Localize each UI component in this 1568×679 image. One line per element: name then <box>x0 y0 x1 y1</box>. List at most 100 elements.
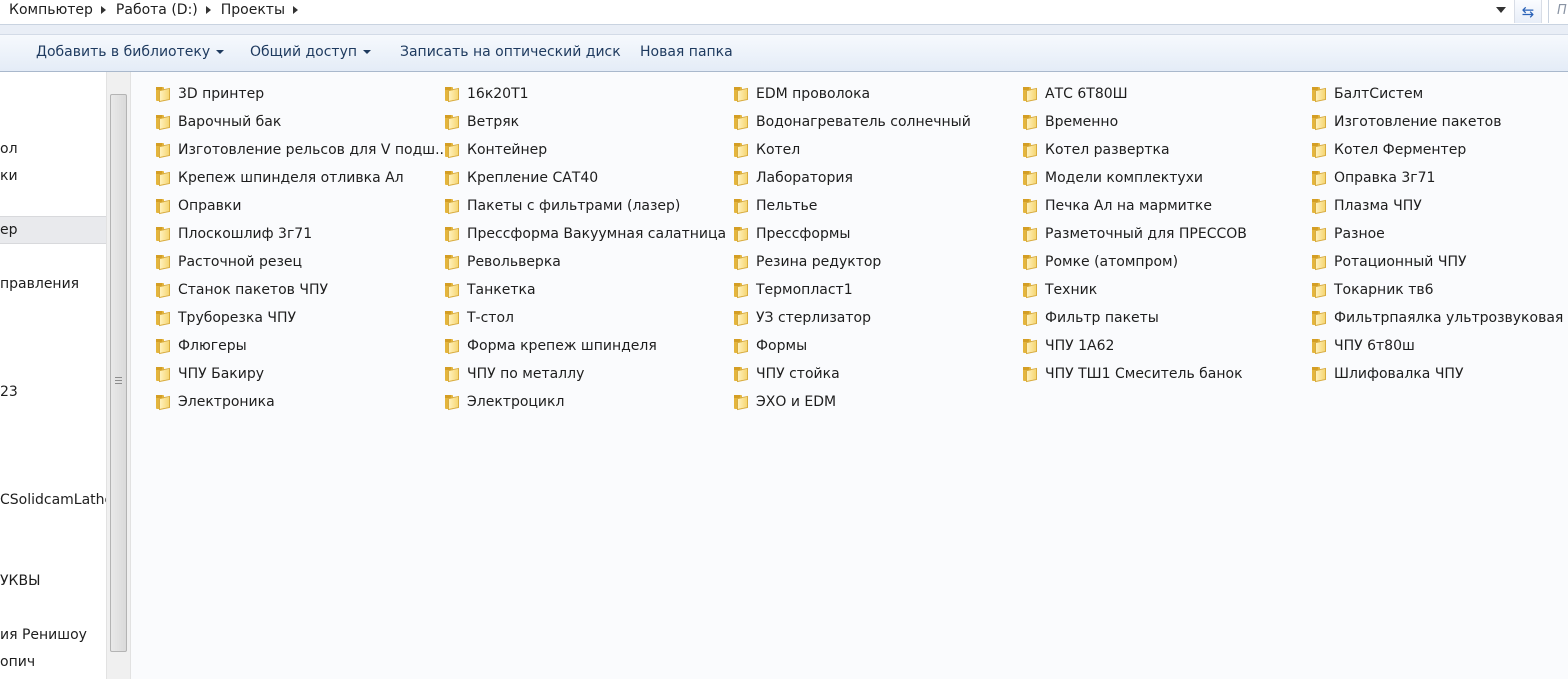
folder-item[interactable]: БалтСистем <box>1312 82 1423 106</box>
folder-icon <box>445 171 461 187</box>
folder-item[interactable]: Разметочный для ПРЕССОВ <box>1023 222 1247 246</box>
nav-scrollbar[interactable] <box>106 72 131 679</box>
folder-item[interactable]: Электроцикл <box>445 390 564 414</box>
nav-item[interactable]: УКВЫ <box>0 568 106 594</box>
folder-item[interactable]: Котел <box>734 138 800 162</box>
chevron-down-icon <box>363 50 372 54</box>
folder-item[interactable]: АТС 6Т80Ш <box>1023 82 1128 106</box>
breadcrumb-arrow-icon[interactable] <box>293 6 299 14</box>
folder-item[interactable]: ЧПУ по металлу <box>445 362 584 386</box>
folder-name: Револьверка <box>467 254 561 270</box>
folder-item[interactable]: Электроника <box>156 390 275 414</box>
folder-item[interactable]: Фильтр пакеты <box>1023 306 1159 330</box>
folder-item[interactable]: ЧПУ ТШ1 Смеситель банок <box>1023 362 1243 386</box>
address-dropdown-icon[interactable] <box>1496 7 1506 13</box>
folder-item[interactable]: Модели комплектухи <box>1023 166 1203 190</box>
file-list[interactable]: 3D принтер Варочный бак Изготовление рел… <box>131 72 1568 679</box>
nav-item[interactable]: 23 <box>0 379 106 405</box>
nav-item[interactable]: правления <box>0 271 106 297</box>
folder-item[interactable]: Прессформа Вакуумная салатница <box>445 222 726 246</box>
folder-name: Электроцикл <box>467 394 565 410</box>
folder-item[interactable]: Контейнер <box>445 138 547 162</box>
folder-item[interactable]: Т-стол <box>445 306 514 330</box>
folder-name: Пельтье <box>756 198 818 214</box>
burn-button[interactable]: Записать на оптический диск <box>400 44 621 60</box>
nav-item-selected[interactable]: ер <box>0 216 106 244</box>
navigation-pane[interactable]: ол ки ер правления 23 CSolidcamLathe УКВ… <box>0 72 106 679</box>
folder-item[interactable]: Шлифовалка ЧПУ <box>1312 362 1463 386</box>
folder-item[interactable]: Лаборатория <box>734 166 853 190</box>
folder-item[interactable]: Ротационный ЧПУ <box>1312 250 1467 274</box>
folder-item[interactable]: ЭХО и EDM <box>734 390 836 414</box>
nav-item[interactable]: ки <box>0 163 106 189</box>
folder-item[interactable]: ЧПУ Бакиру <box>156 362 264 386</box>
folder-item[interactable]: Формы <box>734 334 807 358</box>
folder-item[interactable]: Разное <box>1312 222 1385 246</box>
search-input[interactable]: П <box>1548 0 1568 23</box>
share-button[interactable]: Общий доступ <box>250 44 372 60</box>
nav-item[interactable]: ия Ренишоу <box>0 622 106 648</box>
folder-item[interactable]: Изготовление пакетов <box>1312 110 1501 134</box>
folder-item[interactable]: Расточной резец <box>156 250 302 274</box>
folder-icon <box>734 283 750 299</box>
folder-item[interactable]: Оправки <box>156 194 241 218</box>
folder-item[interactable]: 16к20Т1 <box>445 82 529 106</box>
folder-item[interactable]: 3D принтер <box>156 82 264 106</box>
folder-item[interactable]: Водонагреватель солнечный <box>734 110 971 134</box>
breadcrumb-arrow-icon[interactable] <box>205 6 211 14</box>
nav-item[interactable]: ол <box>0 136 106 162</box>
nav-item[interactable]: CSolidcamLathe <box>0 487 106 513</box>
folder-item[interactable]: Печка Ал на мармитке <box>1023 194 1212 218</box>
folder-item[interactable]: Станок пакетов ЧПУ <box>156 278 328 302</box>
folder-item[interactable]: УЗ стерлизатор <box>734 306 871 330</box>
folder-item[interactable]: Пельтье <box>734 194 817 218</box>
refresh-button[interactable]: ⇆ <box>1514 0 1542 23</box>
folder-item[interactable]: ЧПУ 6т80ш <box>1312 334 1415 358</box>
breadcrumb-drive[interactable]: Работа (D:) <box>116 2 198 18</box>
folder-item[interactable]: Котел Ферментер <box>1312 138 1466 162</box>
folder-item[interactable]: Фильтрпаялка ультрозвуковая <box>1312 306 1563 330</box>
breadcrumb-projects[interactable]: Проекты <box>221 2 285 18</box>
folder-item[interactable]: EDM проволока <box>734 82 870 106</box>
folder-item[interactable]: ЧПУ стойка <box>734 362 840 386</box>
folder-icon <box>156 283 172 299</box>
folder-item[interactable]: Пакеты с фильтрами (лазер) <box>445 194 680 218</box>
breadcrumb-arrow-icon[interactable] <box>100 6 106 14</box>
folder-item[interactable]: Ромке (атомпром) <box>1023 250 1178 274</box>
folder-item[interactable]: Флюгеры <box>156 334 247 358</box>
folder-item[interactable]: ЧПУ 1А62 <box>1023 334 1114 358</box>
folder-item[interactable]: Крепление САТ40 <box>445 166 598 190</box>
folder-name: Печка Ал на мармитке <box>1045 198 1212 214</box>
folder-item[interactable]: Крепеж шпинделя отливка Ал <box>156 166 404 190</box>
folder-icon <box>1312 283 1328 299</box>
scroll-grip-icon <box>115 377 122 386</box>
folder-item[interactable]: Котел развертка <box>1023 138 1170 162</box>
folder-item[interactable]: Варочный бак <box>156 110 281 134</box>
breadcrumb-computer[interactable]: Компьютер <box>9 2 93 18</box>
folder-item[interactable]: Плазма ЧПУ <box>1312 194 1422 218</box>
new-folder-button[interactable]: Новая папка <box>640 44 733 60</box>
folder-icon <box>1023 87 1039 103</box>
folder-item[interactable]: Термопласт1 <box>734 278 853 302</box>
folder-item[interactable]: Танкетка <box>445 278 536 302</box>
folder-item[interactable]: Временно <box>1023 110 1118 134</box>
address-bar[interactable]: Компьютер Работа (D:) Проекты ⇆ П <box>0 0 1568 25</box>
folder-item[interactable]: Резина редуктор <box>734 250 881 274</box>
nav-scrollbar-thumb[interactable] <box>110 94 127 652</box>
folder-item[interactable]: Плоскошлиф 3г71 <box>156 222 312 246</box>
folder-item[interactable]: Оправка 3г71 <box>1312 166 1435 190</box>
folder-item[interactable]: Форма крепеж шпинделя <box>445 334 657 358</box>
folder-item[interactable]: Токарник тв6 <box>1312 278 1434 302</box>
folder-name: Фильтрпаялка ультрозвуковая <box>1334 310 1564 326</box>
folder-item[interactable]: Труборезка ЧПУ <box>156 306 296 330</box>
folder-icon <box>1312 87 1328 103</box>
folder-icon <box>1312 143 1328 159</box>
folder-name: Водонагреватель солнечный <box>756 114 971 130</box>
folder-item[interactable]: Револьверка <box>445 250 561 274</box>
folder-item[interactable]: Изготовление рельсов для V подш... <box>156 138 448 162</box>
folder-item[interactable]: Ветряк <box>445 110 519 134</box>
nav-item[interactable]: опич <box>0 649 106 675</box>
folder-item[interactable]: Прессформы <box>734 222 850 246</box>
add-to-library-button[interactable]: Добавить в библиотеку <box>36 44 225 60</box>
folder-item[interactable]: Техник <box>1023 278 1097 302</box>
